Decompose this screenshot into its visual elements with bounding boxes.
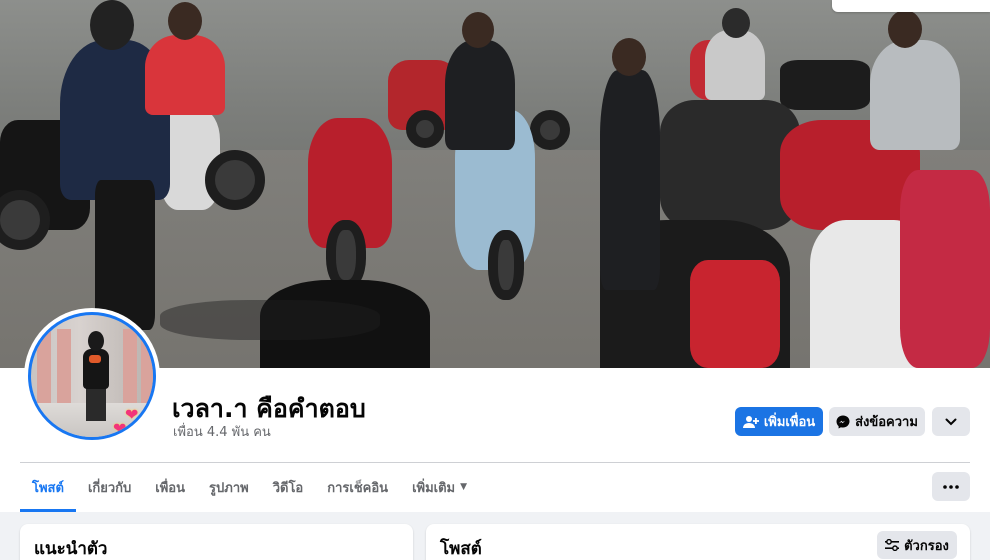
friends-count[interactable]: เพื่อน 4.4 พัน คน [173, 421, 271, 442]
tab-label: เพื่อน [155, 480, 186, 496]
avatar-door [123, 329, 137, 411]
cover-wheel [205, 150, 265, 210]
heart-icon: ❤ [113, 419, 127, 438]
cover-scooter [900, 170, 990, 368]
tab-label: การเช็คอิน [327, 480, 389, 496]
tab-friends[interactable]: เพื่อน [143, 465, 197, 509]
cover-photo[interactable] [0, 0, 990, 368]
cover-motorcycle [660, 100, 800, 230]
tab-label: รูปภาพ [209, 480, 249, 496]
cover-head [462, 12, 494, 48]
messenger-icon [836, 415, 850, 429]
header-divider [20, 462, 970, 463]
cover-wheel [530, 110, 570, 150]
more-dots-icon [943, 484, 959, 489]
cover-head [722, 8, 750, 38]
tab-checkins[interactable]: การเช็คอิน [315, 465, 400, 509]
tab-label: วิดีโอ [272, 480, 304, 496]
filter-label: ตัวกรอง [904, 538, 949, 554]
add-friend-button[interactable]: เพิ่มเพื่อน [735, 407, 823, 436]
heart-icon: ❤ [125, 405, 139, 424]
cover-wheel [488, 230, 524, 300]
profile-options-button[interactable] [932, 407, 970, 436]
avatar-person-legs [86, 387, 106, 421]
cover-scooter [780, 60, 870, 110]
profile-avatar[interactable]: ❤ ❤ [24, 308, 160, 444]
avatar-door [37, 329, 51, 411]
message-label: ส่งข้อความ [855, 415, 918, 430]
add-friend-icon [742, 415, 759, 429]
cover-person [705, 30, 765, 100]
cover-head [90, 0, 134, 50]
message-button[interactable]: ส่งข้อความ [829, 407, 925, 436]
cover-person [870, 40, 960, 150]
tab-videos[interactable]: วิดีโอ [261, 465, 316, 509]
tab-label: เพิ่มเติม [412, 480, 456, 496]
avatar-person-head [88, 331, 104, 351]
intro-card: แนะนำตัว [20, 524, 413, 560]
tab-photos[interactable]: รูปภาพ [197, 465, 261, 509]
filter-icon [885, 539, 900, 551]
cover-corner-overlay [832, 0, 990, 12]
filter-button[interactable]: ตัวกรอง [877, 531, 957, 559]
tab-about[interactable]: เกี่ยวกับ [76, 465, 143, 509]
posts-card: โพสต์ ตัวกรอง [426, 524, 970, 560]
cover-scooter [690, 260, 780, 368]
posts-title: โพสต์ [440, 539, 482, 559]
chevron-down-icon [945, 418, 957, 426]
more-options-button[interactable] [932, 472, 970, 501]
tab-posts[interactable]: โพสต์ [20, 465, 76, 512]
cover-head [612, 38, 646, 76]
cover-wheel [406, 110, 444, 148]
cover-person [445, 40, 515, 150]
add-friend-label: เพิ่มเพื่อน [763, 415, 816, 430]
tab-more[interactable]: เพิ่มเติม ▼ [400, 465, 479, 509]
tab-label: เกี่ยวกับ [87, 480, 132, 496]
cover-person [600, 70, 660, 290]
intro-title: แนะนำตัว [34, 539, 108, 559]
cover-head [168, 2, 202, 40]
avatar-photo: ❤ ❤ [28, 312, 156, 440]
cover-person [145, 35, 225, 115]
avatar-door [57, 329, 71, 411]
cover-head [888, 10, 922, 48]
tab-label: โพสต์ [32, 480, 64, 496]
profile-tabs: โพสต์ เกี่ยวกับ เพื่อน รูปภาพ วิดีโอ การ… [20, 465, 479, 512]
cover-person [95, 180, 155, 330]
avatar-person-detail [89, 355, 101, 363]
cover-shadow [160, 300, 380, 340]
caret-down-icon: ▼ [460, 482, 468, 492]
avatar-door [141, 329, 153, 411]
